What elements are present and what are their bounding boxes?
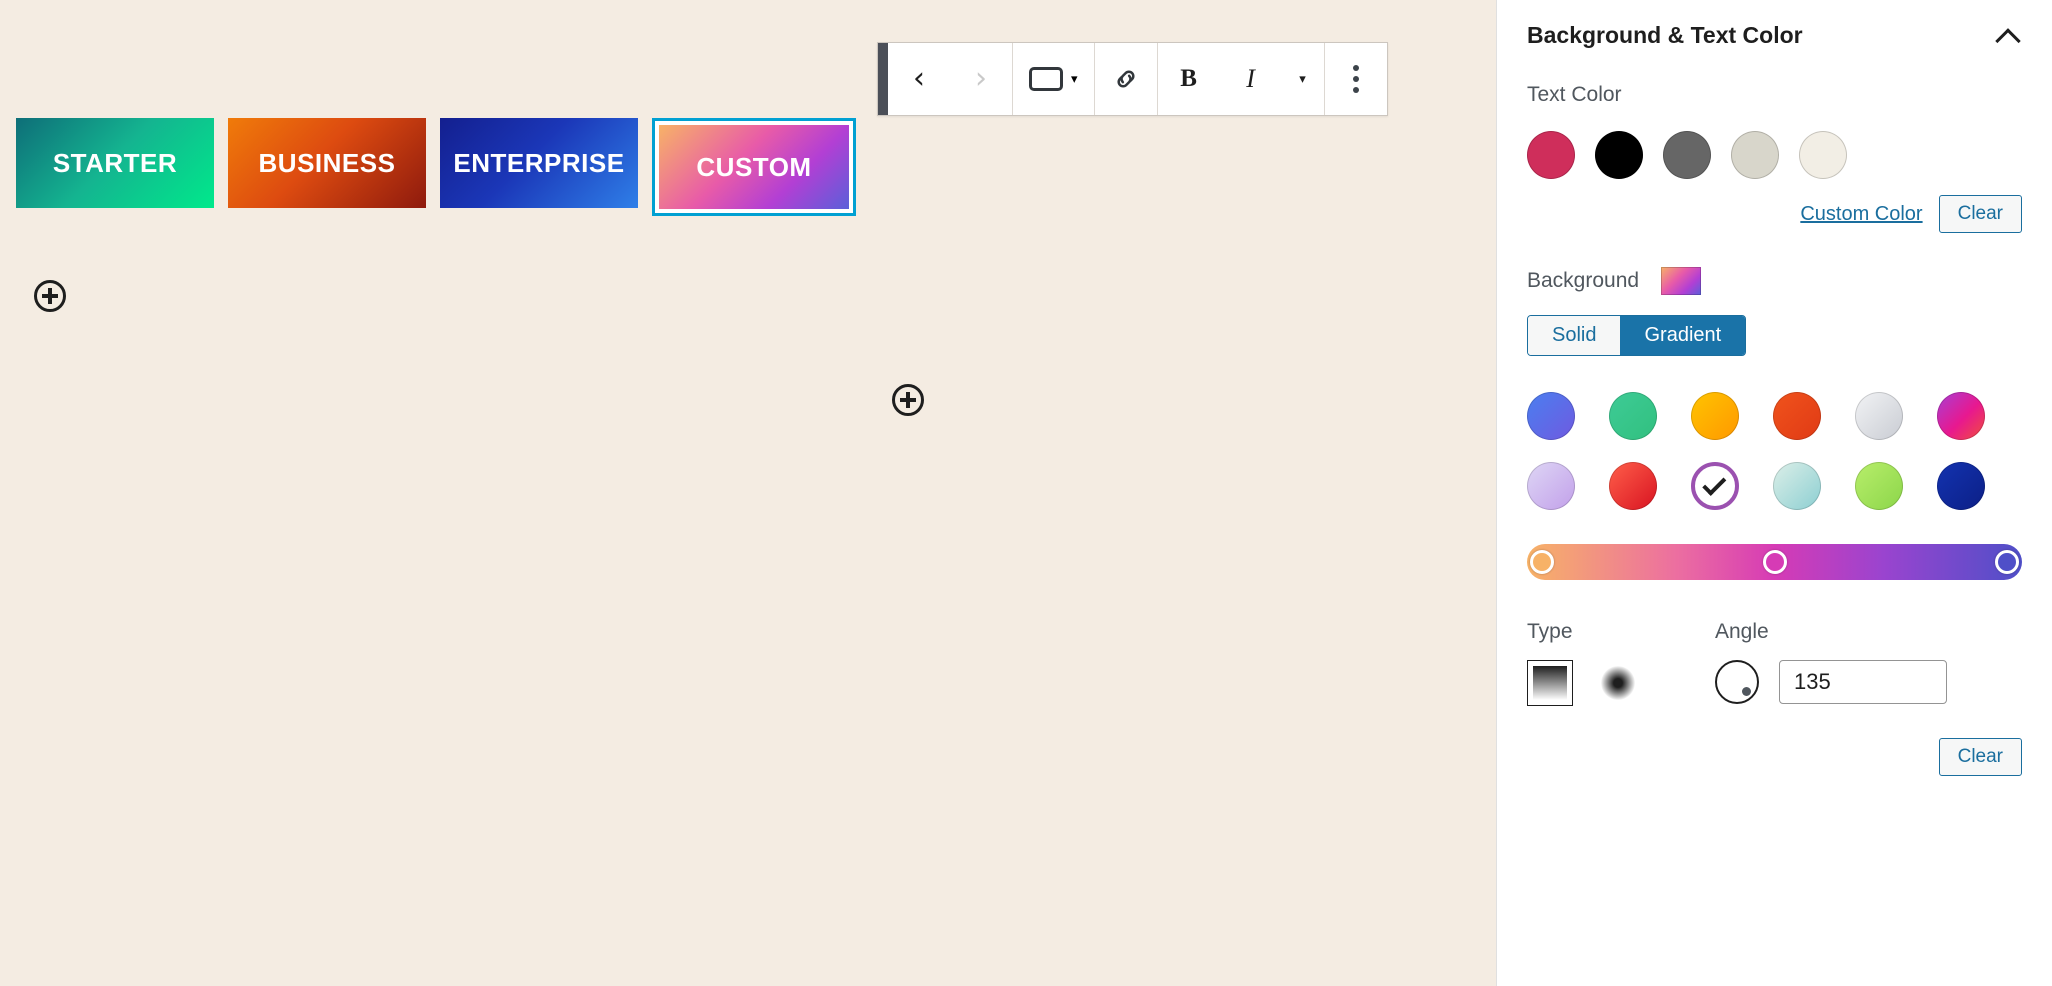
chevron-up-icon[interactable] [1996,23,2022,49]
gradient-red-swatch[interactable] [1609,462,1657,510]
background-header: Background [1527,267,2022,295]
more-rich-text-button[interactable]: ▾ [1282,43,1324,115]
gradient-purple-pink-swatch[interactable] [1937,392,1985,440]
gradient-yellow-orange-swatch[interactable] [1691,392,1739,440]
gradient-white-gray-swatch[interactable] [1855,392,1903,440]
pricing-button-custom[interactable]: CUSTOM [659,125,849,209]
settings-sidebar: Background & Text Color Text Color Custo… [1496,0,2052,986]
chevron-right-icon: › [975,61,987,96]
button-wrap-custom: CUSTOM [652,118,856,216]
text-color-light-gray-swatch[interactable] [1731,131,1779,179]
bold-icon: B [1180,65,1197,92]
gradient-type-linear-button[interactable] [1527,660,1573,706]
gradient-light-green-swatch[interactable] [1855,462,1903,510]
pricing-button-enterprise[interactable]: ENTERPRISE [440,118,638,208]
gradient-blue-purple-swatch[interactable] [1527,392,1575,440]
drag-handle[interactable] [878,43,888,115]
gradient-stop-1-handle[interactable] [1762,550,1787,574]
text-color-crimson-swatch[interactable] [1527,131,1575,179]
background-type-tabs: Solid Gradient [1527,315,1747,356]
gradient-orange-red-swatch[interactable] [1773,392,1821,440]
editor-canvas[interactable]: ‹ › ▾ B I ▾ STARTER BUSINESS ENTERPRISE … [0,0,1496,986]
italic-button[interactable]: I [1220,43,1282,115]
angle-input[interactable] [1779,660,1947,704]
button-block-icon [1029,67,1063,91]
link-icon [1117,70,1135,88]
button-wrap-starter: STARTER [16,118,214,208]
angle-label: Angle [1715,620,1769,643]
text-color-swatches [1527,131,2022,179]
background-label: Background [1527,269,1640,292]
toolbar-group-block-type: ▾ [1013,43,1095,115]
toolbar-group-navigation: ‹ › [888,43,1013,115]
gradient-controls: Type Angle [1527,620,2022,706]
gradient-stop-slider[interactable] [1527,544,2022,580]
move-previous-button[interactable]: ‹ [888,43,950,115]
text-color-black-swatch[interactable] [1595,131,1643,179]
pricing-button-starter[interactable]: STARTER [16,118,214,208]
background-clear-button[interactable]: Clear [1938,738,2022,776]
toolbar-group-formatting: B I ▾ [1158,43,1325,115]
gradient-pale-teal-swatch[interactable] [1773,462,1821,510]
custom-color-link[interactable]: Custom Color [1800,203,1922,226]
block-inserter-right-icon[interactable] [892,384,924,416]
gradient-deep-blue-swatch[interactable] [1937,462,1985,510]
bold-button[interactable]: B [1158,43,1220,115]
text-color-section: Text Color Custom Color Clear [1527,83,2022,233]
block-inserter-left-icon[interactable] [34,280,66,312]
gradient-stop-2-handle[interactable] [1995,550,2020,574]
italic-icon: I [1246,64,1255,93]
button-wrap-enterprise: ENTERPRISE [440,118,638,208]
gradient-type-control: Type [1527,620,1635,706]
type-label: Type [1527,620,1573,643]
gradient-angle-control: Angle [1715,620,1947,706]
check-icon [1702,471,1727,496]
gradient-type-radial-button[interactable] [1601,666,1635,700]
block-toolbar[interactable]: ‹ › ▾ B I ▾ [877,42,1388,116]
panel-header[interactable]: Background & Text Color [1527,22,2022,49]
gradient-swatch-grid [1527,392,2022,510]
button-wrap-business: BUSINESS [228,118,426,208]
toolbar-group-link [1095,43,1158,115]
move-next-button[interactable]: › [950,43,1012,115]
gradient-stop-0-handle[interactable] [1529,550,1554,574]
options-button[interactable] [1325,43,1387,115]
background-actions: Clear [1527,738,2022,776]
text-color-actions: Custom Color Clear [1527,195,2022,233]
text-color-label: Text Color [1527,83,1622,106]
chevron-down-icon: ▾ [1071,71,1078,86]
block-type-button[interactable]: ▾ [1013,43,1094,115]
solid-tab[interactable]: Solid [1528,316,1621,355]
background-preview-swatch[interactable] [1661,267,1702,295]
text-color-gray-swatch[interactable] [1663,131,1711,179]
gradient-custom-active-swatch[interactable] [1691,462,1739,510]
gradient-lavender-swatch[interactable] [1527,462,1575,510]
page-title: Background & Text Color [1527,22,1803,48]
chevron-down-icon: ▾ [1299,71,1306,86]
angle-dial[interactable] [1715,660,1759,704]
editor-root: ‹ › ▾ B I ▾ STARTER BUSINESS ENTERPRISE … [0,0,2052,986]
background-section: Background Solid Gradient Type Angle 135… [1527,267,2022,776]
gradient-green-mint-swatch[interactable] [1609,392,1657,440]
link-button[interactable] [1095,43,1157,115]
text-color-clear-button[interactable]: Clear [1938,195,2022,233]
pricing-button-business[interactable]: BUSINESS [228,118,426,208]
chevron-left-icon: ‹ [913,61,925,96]
buttons-block: STARTER BUSINESS ENTERPRISE CUSTOM [16,118,856,216]
ellipsis-vertical-icon [1352,65,1359,93]
text-color-cream-swatch[interactable] [1799,131,1847,179]
toolbar-group-options [1325,43,1387,115]
gradient-tab[interactable]: Gradient [1620,316,1746,355]
